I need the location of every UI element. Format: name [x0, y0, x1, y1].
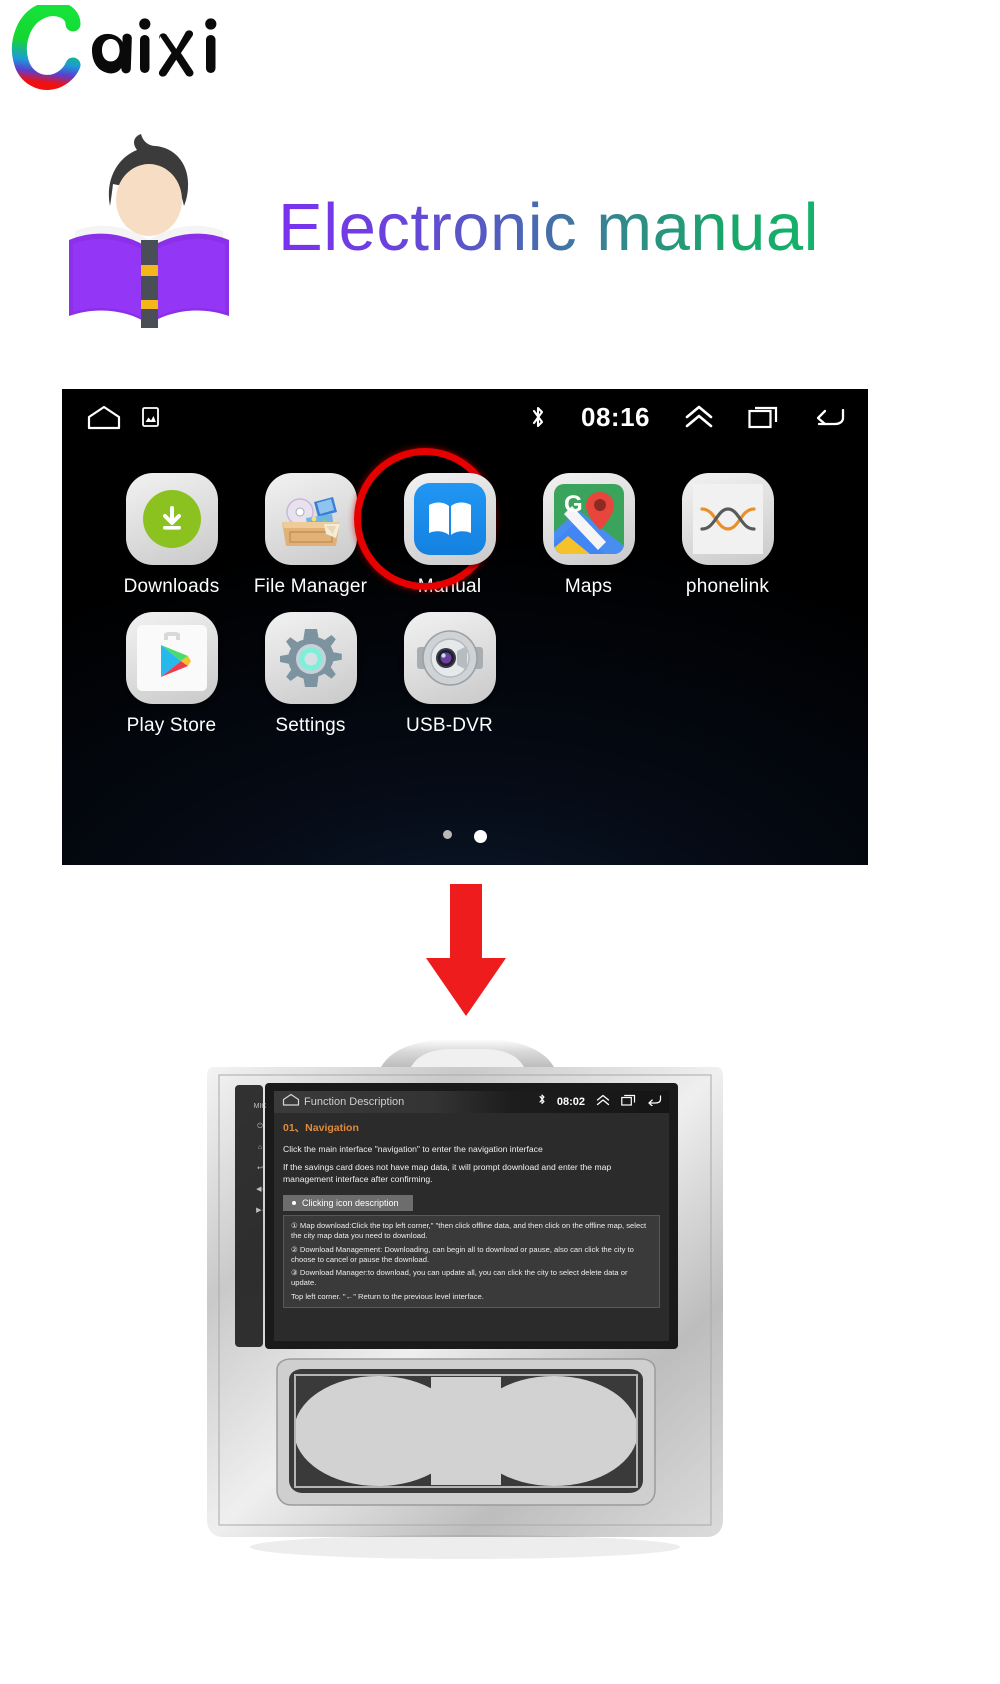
bluetooth-icon — [538, 1093, 546, 1111]
app-label: Play Store — [126, 715, 217, 736]
app-grid: Downloads File Manager Manual G Maps pho… — [62, 445, 868, 737]
status-clock: 08:16 — [581, 401, 650, 432]
side-button-mic[interactable]: MIC — [254, 1103, 267, 1110]
paragraph-2: If the savings card does not have map da… — [283, 1162, 612, 1184]
page-root: Caixi — [0, 0, 1000, 1684]
home-icon[interactable] — [282, 1093, 300, 1111]
bluetooth-icon — [529, 403, 547, 431]
recents-icon[interactable] — [748, 404, 780, 430]
app-label: File Manager — [253, 576, 368, 597]
app-play-store[interactable]: Play Store — [102, 612, 241, 737]
phonelink-icon — [681, 473, 774, 565]
side-button-back[interactable]: ↩ — [257, 1164, 263, 1172]
app-label: Maps — [564, 576, 613, 597]
chevron-up-icon[interactable] — [684, 404, 714, 430]
camera-icon — [403, 612, 496, 704]
app-maps[interactable]: G Maps — [519, 473, 658, 598]
chevron-up-icon[interactable] — [596, 1093, 610, 1111]
app-label: phonelink — [685, 576, 770, 597]
chip-label: Clicking icon description — [302, 1198, 399, 1209]
recents-icon[interactable] — [621, 1093, 636, 1111]
app-phonelink[interactable]: phonelink — [658, 473, 797, 598]
svg-text:G: G — [564, 491, 583, 518]
app-label: Downloads — [123, 576, 220, 597]
file-manager-icon — [264, 473, 357, 565]
section-heading: 01、Navigation — [283, 1122, 359, 1134]
page-dot-active[interactable] — [474, 830, 487, 843]
radio-screen-title: Function Description — [304, 1096, 405, 1108]
list-item: ② Download Management: Downloading, can … — [291, 1244, 634, 1264]
app-downloads[interactable]: Downloads — [102, 473, 241, 598]
radio-status-clock: 08:02 — [556, 1096, 585, 1108]
app-label: Settings — [275, 715, 346, 736]
page-dot[interactable] — [443, 830, 452, 839]
radio-screen: Function Description 08:02 01、Navigation… — [274, 1091, 669, 1341]
bullet-icon — [292, 1201, 296, 1206]
brand-logo: Caixi — [10, 4, 220, 96]
gear-icon — [264, 612, 357, 704]
side-button-power[interactable]: ⏻ — [257, 1123, 263, 1131]
list-item: ① Map download:Click the top left corner… — [291, 1221, 647, 1240]
side-button-vol-up[interactable]: ▶· — [256, 1206, 264, 1214]
app-row-1: Downloads File Manager Manual G Maps pho… — [102, 448, 828, 598]
app-row-2: Play Store Settings USB-DVR — [102, 598, 828, 737]
radio-screen-body: 01、Navigation Click the main interface "… — [274, 1113, 669, 1309]
side-button-vol-down[interactable]: ◀· — [256, 1185, 264, 1193]
page-title: Electronic manual — [278, 190, 820, 265]
side-button-home[interactable]: ⌂ — [258, 1144, 262, 1151]
app-label: Manual — [417, 576, 482, 597]
list-item: ③ Download Manager:to download, you can … — [291, 1268, 628, 1288]
play-store-icon — [125, 612, 218, 704]
book-icon — [403, 473, 496, 565]
person-reading-book-icon — [55, 128, 250, 328]
screenshot-icon[interactable] — [142, 407, 159, 427]
status-bar: 08:16 — [62, 389, 868, 445]
down-arrow — [424, 884, 508, 1019]
app-file-manager[interactable]: File Manager — [241, 473, 380, 598]
back-icon[interactable] — [814, 404, 846, 430]
page-indicator — [62, 830, 868, 843]
list-item: Top left corner. "←" Return to the previ… — [291, 1292, 484, 1302]
app-label: USB-DVR — [406, 715, 493, 736]
clicking-icon-description-chip: Clicking icon description — [283, 1195, 413, 1212]
download-icon — [125, 473, 218, 565]
caixi-logo-icon — [11, 5, 217, 90]
radio-side-buttons: MIC ⏻ ⌂ ↩ ◀· ▶· — [251, 1097, 269, 1337]
google-maps-icon: G — [542, 473, 635, 565]
head-unit-screenshot: 08:16 Downloads File Manager Manual G Ma… — [62, 389, 868, 865]
paragraph-1: Click the main interface "navigation" to… — [283, 1144, 543, 1154]
app-settings[interactable]: Settings — [241, 612, 380, 737]
hero-section: Electronic manual — [55, 120, 955, 335]
back-icon[interactable] — [647, 1093, 662, 1111]
instruction-list: ① Map download:Click the top left corner… — [283, 1215, 660, 1309]
home-icon[interactable] — [86, 404, 122, 430]
app-manual[interactable]: Manual — [354, 448, 519, 598]
radio-status-bar: Function Description 08:02 — [274, 1091, 669, 1113]
car-radio-unit: MIC ⏻ ⌂ ↩ ◀· ▶· Function Description 08:… — [205, 1025, 725, 1570]
app-usb-dvr[interactable]: USB-DVR — [380, 612, 519, 737]
